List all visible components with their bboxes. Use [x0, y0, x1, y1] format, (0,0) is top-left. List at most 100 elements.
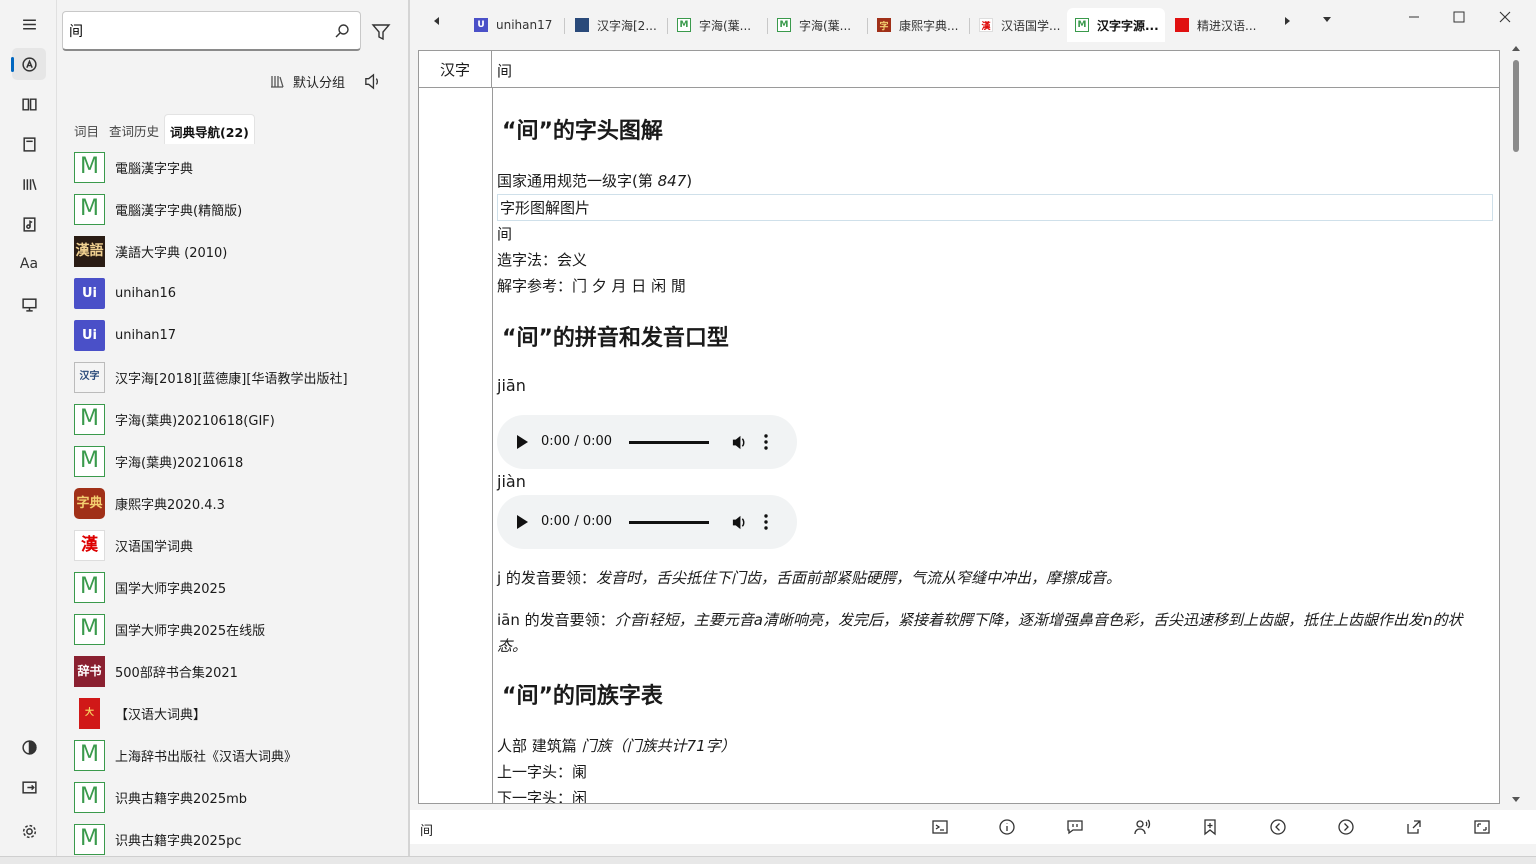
dict-list: M 電腦漢字字典 M 電腦漢字字典(精簡版) 漢語 漢語大字典 (2010) Ui un… — [57, 146, 408, 856]
open-external-icon[interactable] — [1405, 818, 1423, 836]
theme-icon[interactable] — [12, 731, 46, 763]
scrollbar-track[interactable] — [1510, 44, 1522, 804]
tab-unihan17[interactable]: Uunihan17 — [466, 8, 562, 42]
settings-icon[interactable] — [12, 815, 46, 847]
kangxi-icon: 字 — [877, 18, 891, 32]
dict-name: unihan17 — [115, 327, 177, 343]
audio-player-2[interactable]: 0:00 / 0:00 — [497, 495, 797, 549]
back-icon[interactable] — [1269, 818, 1287, 836]
dict-item[interactable]: 大【汉语大词典】 — [57, 692, 408, 734]
entry-header-label: 汉字 — [419, 51, 492, 88]
dict-hanzihai-icon: 汉字 — [74, 361, 105, 393]
dict-item[interactable]: M 字海(葉典)20210618(GIF) — [57, 398, 408, 440]
dict-item[interactable]: M 识典古籍字典2025mb — [57, 776, 408, 818]
bookmark-icon[interactable] — [1201, 818, 1219, 836]
library-icon[interactable] — [12, 168, 46, 200]
search-box — [62, 11, 361, 51]
tab-list-dropdown-icon[interactable] — [1320, 12, 1334, 26]
tab-entries[interactable]: 词目 — [69, 114, 104, 144]
filter-icon[interactable] — [371, 22, 391, 42]
tab-hanzi-ziyuan[interactable]: M 汉字字源... — [1067, 8, 1165, 42]
tab-zihai-2[interactable]: M 字海(葉... — [769, 8, 865, 42]
tab-hanzihai[interactable]: 汉字海[2... — [567, 8, 665, 42]
font-icon[interactable]: Aa — [12, 248, 46, 280]
more-options-icon[interactable] — [764, 434, 768, 450]
audio-progress[interactable] — [629, 440, 710, 444]
audio-player-1[interactable]: 0:00 / 0:00 — [497, 415, 797, 469]
audio-file-icon[interactable] — [12, 208, 46, 240]
info-icon[interactable] — [998, 818, 1016, 836]
exit-icon[interactable] — [12, 771, 46, 803]
more-options-icon[interactable] — [764, 514, 768, 530]
tab-kangxi[interactable]: 字康熙字典... — [869, 8, 967, 42]
unicode-icon: U — [474, 18, 488, 32]
tab-scroll-left-icon[interactable] — [430, 14, 444, 28]
lookup-icon[interactable] — [11, 48, 46, 80]
search-input[interactable] — [69, 20, 324, 42]
dict-name: 上海辞书出版社《汉语大词典》 — [115, 749, 298, 765]
menu-icon[interactable] — [12, 8, 46, 40]
dict-name: 500部辞书合集2021 — [115, 665, 238, 681]
close-icon[interactable] — [1488, 6, 1522, 28]
dict-m-icon: M — [74, 613, 105, 645]
tab-dict-nav[interactable]: 词典导航(22) — [164, 114, 255, 144]
book-icon[interactable] — [12, 88, 46, 120]
char-reference: 解字参考：门 夕 月 日 闲 閒 — [497, 277, 686, 295]
next-char-link[interactable]: 下一字头：闲 — [497, 785, 1497, 803]
dict-item[interactable]: M 国学大师字典2025在线版 — [57, 608, 408, 650]
dict-item[interactable]: 漢汉语国学词典 — [57, 524, 408, 566]
entry-body: “间”的字头图解 国家通用规范一级字(第 847) 字形图解图片 间 造字法：会… — [497, 88, 1497, 803]
dict-item[interactable]: Ui unihan16 — [57, 272, 408, 314]
jingjin-icon — [1175, 18, 1189, 32]
dict-item[interactable]: M 国学大师字典2025 — [57, 566, 408, 608]
search-icon[interactable] — [334, 23, 350, 39]
dict-item[interactable]: 漢語 漢語大字典 (2010) — [57, 230, 408, 272]
scrollbar-thumb[interactable] — [1513, 60, 1519, 152]
dict-item[interactable]: M 识典古籍字典2025pc — [57, 818, 408, 856]
notebook-icon[interactable] — [12, 128, 46, 160]
tab-jingjin[interactable]: 精进汉语... — [1167, 8, 1263, 42]
dict-name: 字海(葉典)20210618(GIF) — [115, 413, 275, 429]
dict-item[interactable]: 汉字 汉字海[2018][蓝德康][华语教学出版社] — [57, 356, 408, 398]
entry-header-value: 间 — [492, 51, 1499, 88]
fullscreen-icon[interactable] — [1473, 818, 1491, 836]
audio-progress[interactable] — [629, 520, 710, 524]
dict-m-icon: M — [74, 445, 105, 477]
dict-m-icon: M — [74, 571, 105, 603]
dict-item[interactable]: M 電腦漢字字典(精簡版) — [57, 188, 408, 230]
dict-item[interactable]: Ui unihan17 — [57, 314, 408, 356]
status-word: 间 — [420, 824, 434, 839]
play-icon[interactable] — [517, 435, 528, 449]
section-title: “间”的拼音和发音口型 — [502, 326, 729, 351]
dict-dacidian-icon: 大 — [79, 697, 100, 729]
console-icon[interactable] — [931, 818, 949, 836]
pinyin-2: jiàn — [497, 472, 526, 491]
dict-item[interactable]: M 字海(葉典)20210618 — [57, 440, 408, 482]
dict-item[interactable]: 辞书 500部辞书合集2021 — [57, 650, 408, 692]
dict-item[interactable]: M 電腦漢字字典 — [57, 146, 408, 188]
dict-name: unihan16 — [115, 285, 177, 301]
dict-unicode-icon: Ui — [74, 319, 105, 351]
minimize-icon[interactable] — [1397, 6, 1431, 28]
tab-zihai-1[interactable]: M 字海(葉... — [669, 8, 765, 42]
play-icon[interactable] — [517, 515, 528, 529]
dict-item[interactable]: M 上海辞书出版社《汉语大词典》 — [57, 734, 408, 776]
volume-icon[interactable] — [731, 514, 748, 531]
speaker-icon[interactable] — [363, 72, 382, 91]
comment-icon[interactable] — [1066, 818, 1084, 836]
volume-icon[interactable] — [731, 434, 748, 451]
forward-icon[interactable] — [1337, 818, 1355, 836]
dict-m-icon: M — [74, 193, 105, 225]
dict-m-icon: M — [74, 781, 105, 813]
screen-capture-icon[interactable] — [12, 288, 46, 320]
tab-history[interactable]: 查词历史 — [104, 114, 164, 144]
maximize-icon[interactable] — [1442, 6, 1476, 28]
read-aloud-icon[interactable] — [1133, 818, 1151, 836]
standard-char-line: 国家通用规范一级字(第 847) — [497, 172, 693, 190]
m-dict-icon: M — [1075, 18, 1089, 32]
tab-scroll-right-icon[interactable] — [1280, 14, 1294, 28]
group-selector[interactable]: 默认分组 — [269, 70, 345, 92]
prev-char-link[interactable]: 上一字头：阑 — [497, 759, 1497, 785]
tab-guoxue[interactable]: 漢汉语国学... — [971, 8, 1067, 42]
dict-item[interactable]: 字典 康熙字典2020.4.3 — [57, 482, 408, 524]
